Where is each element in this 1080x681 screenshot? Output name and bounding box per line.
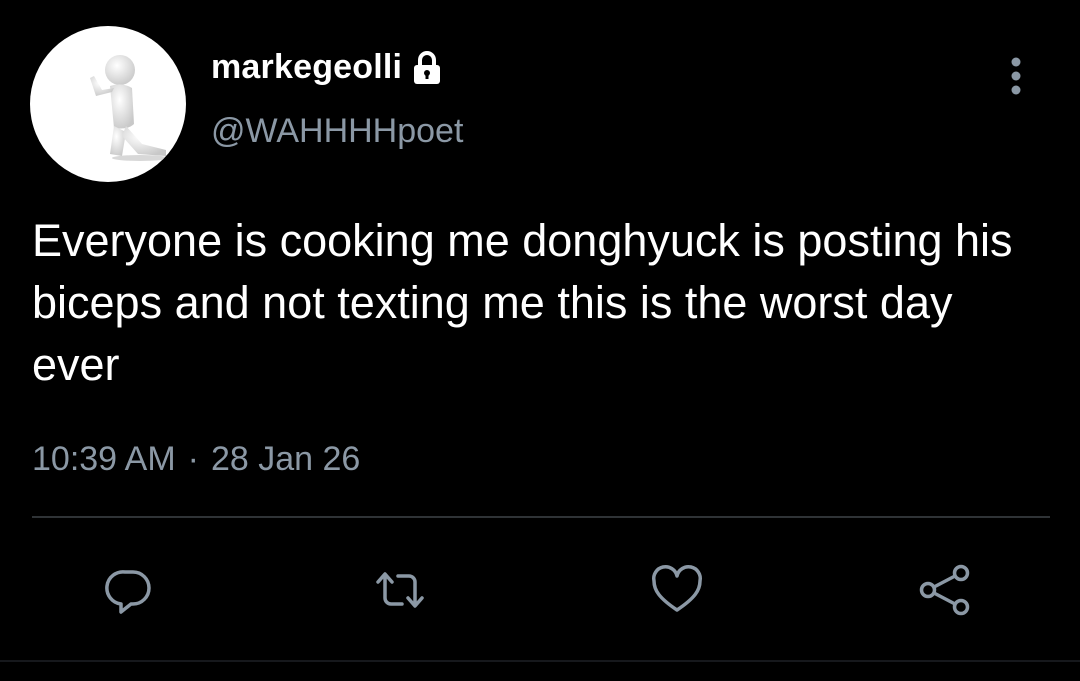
user-handle[interactable]: @WAHHHHpoet xyxy=(211,112,463,151)
avatar[interactable] xyxy=(30,26,186,182)
tweet-date: 28 Jan 26 xyxy=(210,440,361,478)
more-vertical-icon[interactable] xyxy=(1002,54,1030,98)
reply-button[interactable] xyxy=(101,562,157,618)
user-name-row: markegeolli xyxy=(211,48,442,87)
like-icon xyxy=(651,565,703,612)
tweet-card: markegeolli @WAHHHHpoet Everyone is cook… xyxy=(0,0,1080,681)
share-button[interactable] xyxy=(917,562,973,618)
like-button[interactable] xyxy=(649,562,705,618)
tweet-time: 10:39 AM xyxy=(32,440,176,478)
divider xyxy=(32,516,1050,518)
tweet-timestamp[interactable]: 10:39 AM · 28 Jan 26 xyxy=(32,440,360,479)
share-icon xyxy=(919,564,970,616)
retweet-icon xyxy=(376,572,424,608)
praying-figure-avatar-icon xyxy=(90,55,168,161)
retweet-button[interactable] xyxy=(372,562,428,618)
bottom-divider xyxy=(0,660,1080,662)
tweet-text: Everyone is cooking me donghyuck is post… xyxy=(32,215,1013,390)
lock-icon xyxy=(414,50,441,84)
display-name[interactable]: markegeolli xyxy=(211,48,402,87)
timestamp-separator: · xyxy=(187,440,199,478)
reply-icon xyxy=(105,570,151,614)
